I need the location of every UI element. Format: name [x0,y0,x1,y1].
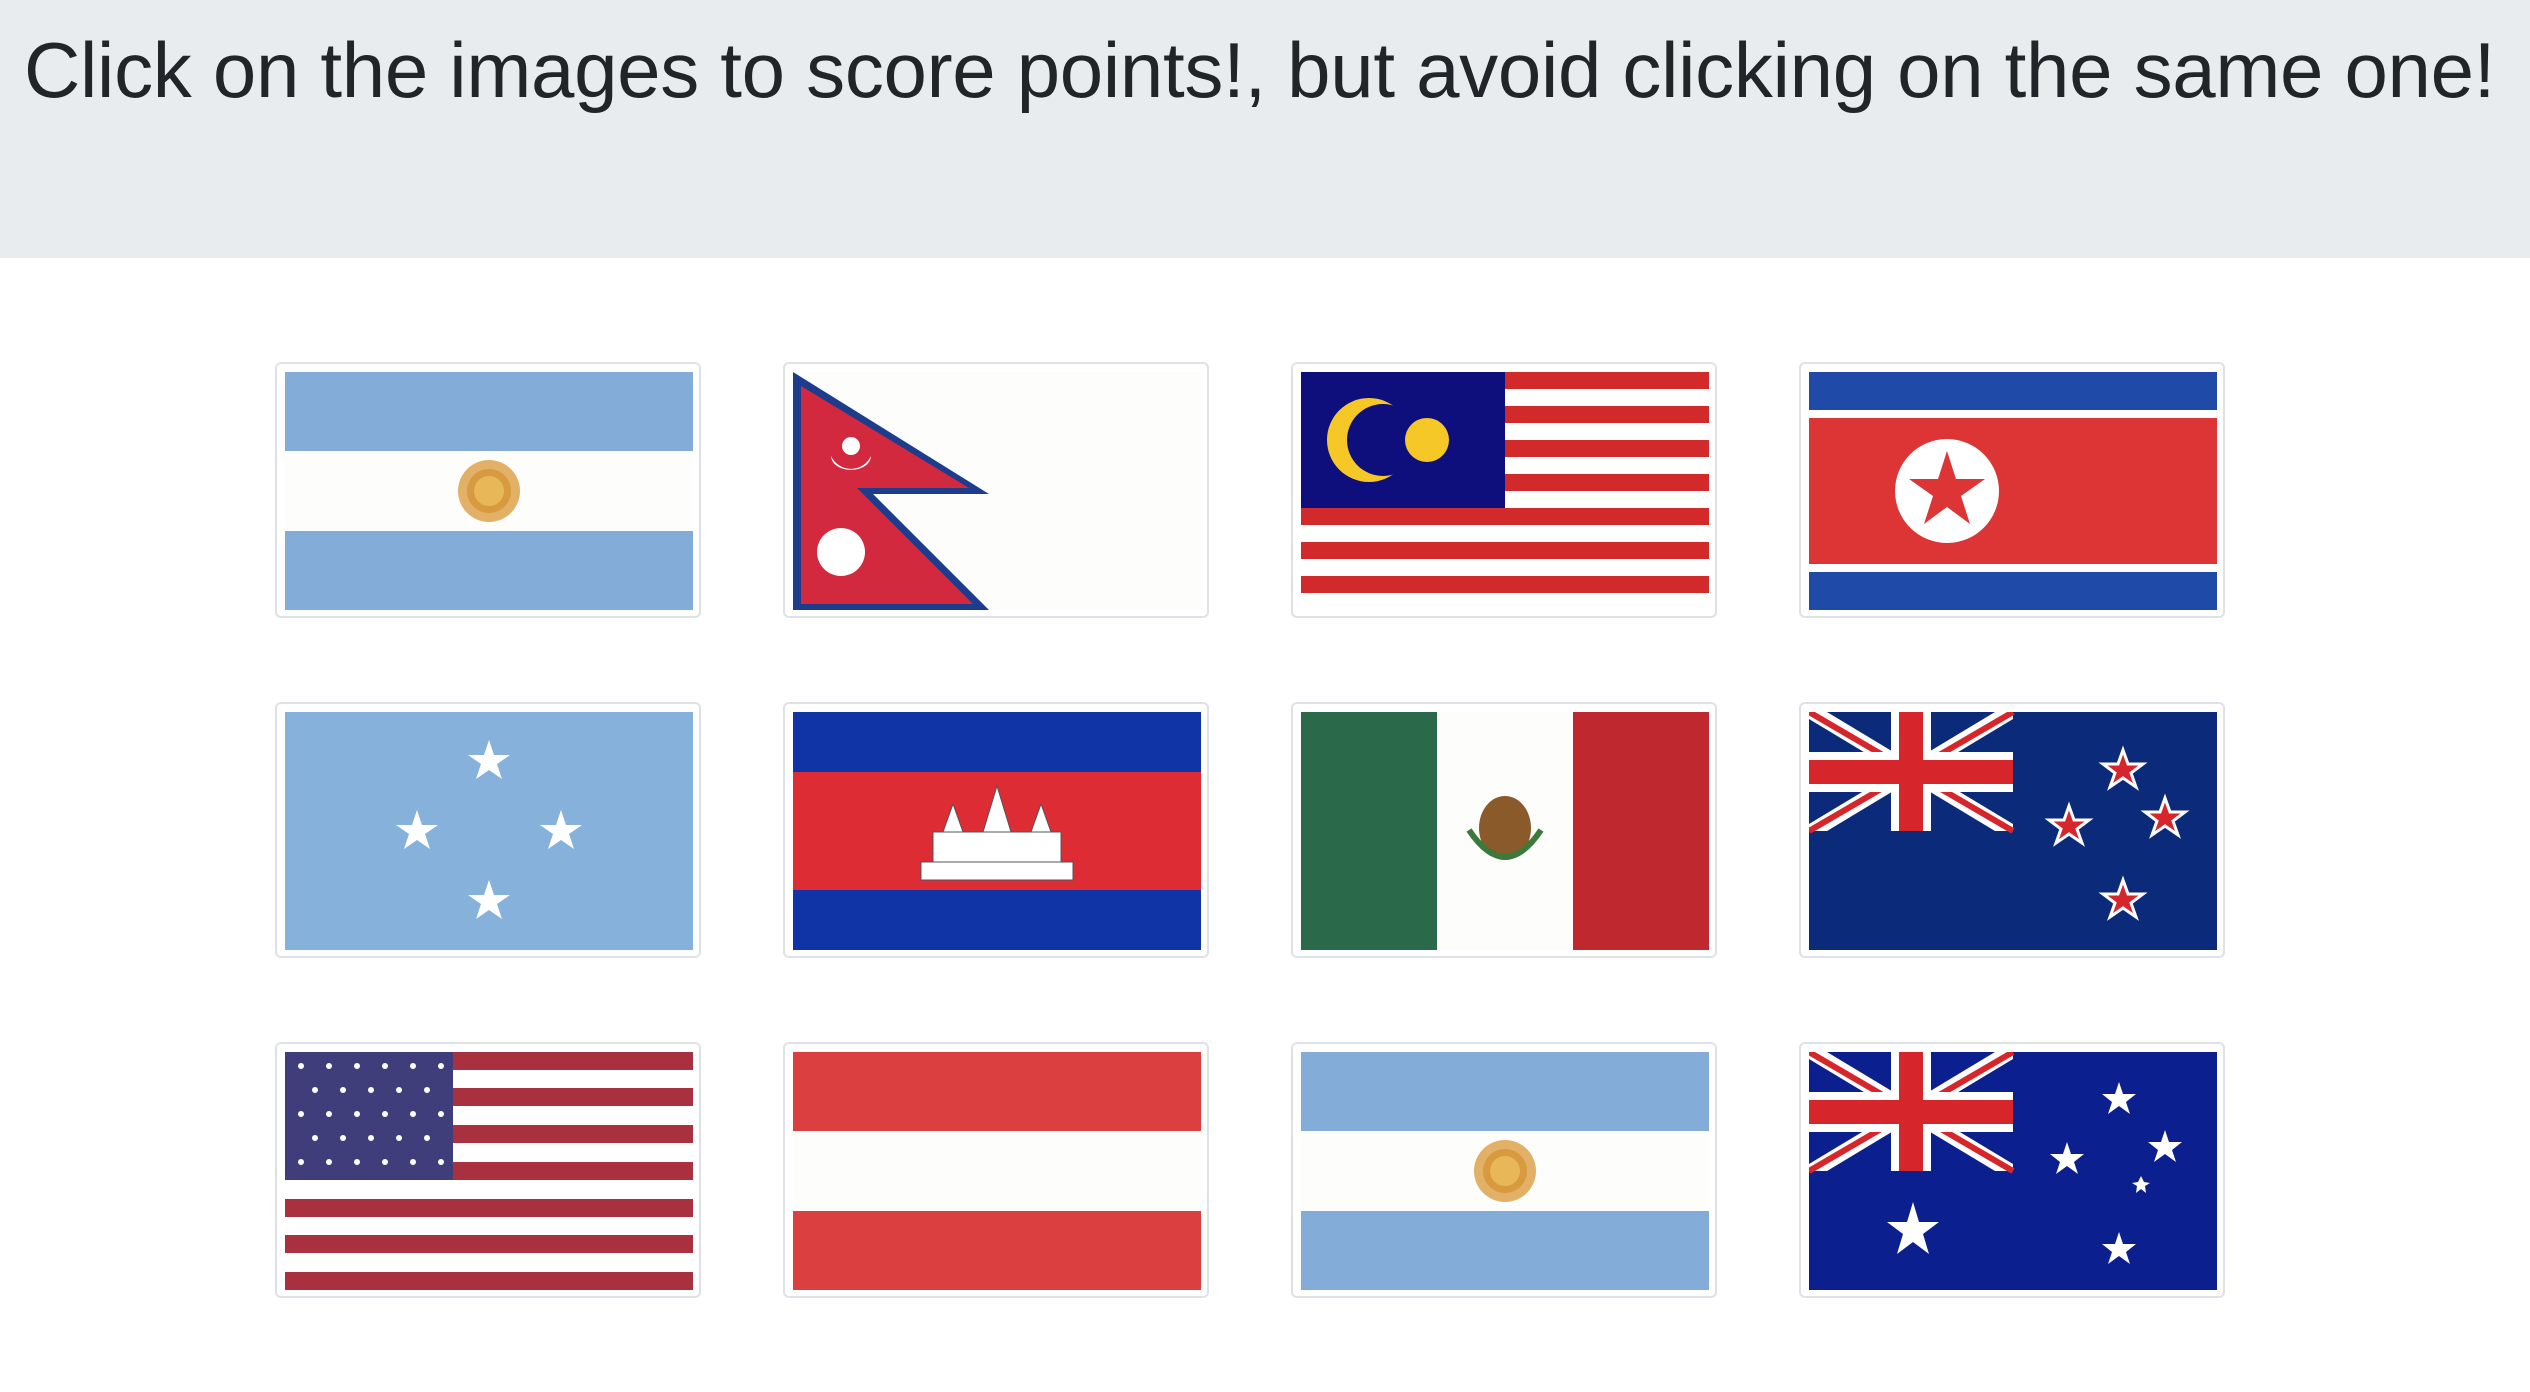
flag-card-malaysia[interactable] [1291,362,1717,618]
united-states-flag-icon [285,1052,693,1290]
flag-card-united-states[interactable] [275,1042,701,1298]
mexico-flag-icon [1301,712,1709,950]
new-zealand-flag-icon [1809,712,2217,950]
micronesia-flag-icon [285,712,693,950]
malaysia-flag-icon [1301,372,1709,610]
flag-card-mexico[interactable] [1291,702,1717,958]
nepal-flag-icon [793,372,1201,610]
flag-grid [0,0,2530,1392]
flag-card-cambodia[interactable] [783,702,1209,958]
flag-card-austria[interactable] [783,1042,1209,1298]
flag-card-nepal[interactable] [783,362,1209,618]
flag-card-north-korea[interactable] [1799,362,2225,618]
flag-card-argentina-2[interactable] [1291,1042,1717,1298]
flag-card-micronesia[interactable] [275,702,701,958]
austria-flag-icon [793,1052,1201,1290]
cambodia-flag-icon [793,712,1201,950]
flag-card-australia[interactable] [1799,1042,2225,1298]
australia-flag-icon [1809,1052,2217,1290]
flag-card-new-zealand[interactable] [1799,702,2225,958]
flag-card-argentina[interactable] [275,362,701,618]
argentina-flag-icon [285,372,693,610]
north-korea-flag-icon [1809,372,2217,610]
argentina-flag-icon [1301,1052,1709,1290]
